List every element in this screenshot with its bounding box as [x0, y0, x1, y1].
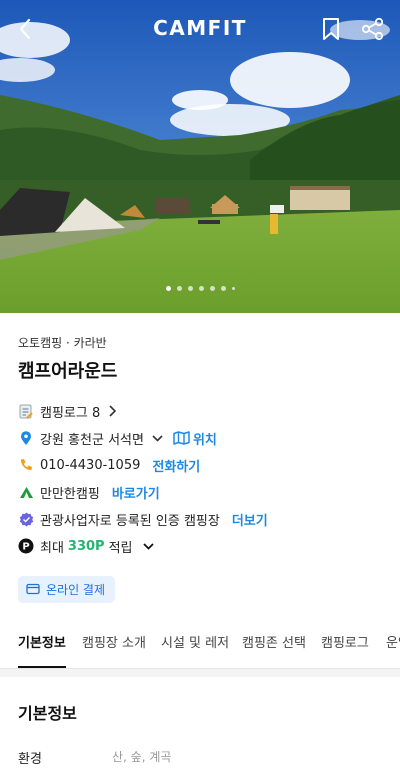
tab-operation[interactable]: 운영 — [386, 632, 400, 668]
top-bar: CAMFIT — [0, 0, 400, 58]
certified-row: 관광사업자로 등록된 인증 캠핑장 더보기 — [18, 509, 268, 529]
points-prefix: 최대 — [40, 540, 64, 556]
bookmark-icon[interactable] — [320, 16, 342, 42]
online-payment-badge: 온라인 결제 — [18, 576, 116, 603]
camp-name: 캠프어라운드 — [18, 361, 118, 382]
shortcut-link[interactable]: 바로가기 — [112, 483, 160, 502]
map-icon[interactable] — [173, 431, 190, 445]
chevron-down-icon[interactable] — [142, 542, 154, 550]
phone-icon — [18, 457, 34, 473]
verified-badge-icon — [18, 511, 34, 527]
location-row: 강원 홍천군 서석면 위치 — [18, 428, 217, 448]
environment-label: 환경 — [18, 752, 42, 767]
camp-category: 오토캠핑 · 카라반 — [18, 336, 107, 350]
phone-row: 010-4430-1059 전화하기 — [18, 455, 200, 475]
tab-zone-select[interactable]: 캠핑존 선택 — [242, 632, 306, 668]
tent-logo-icon — [18, 484, 34, 500]
carousel-dot[interactable] — [231, 287, 235, 290]
phone-number: 010-4430-1059 — [40, 457, 141, 473]
tab-basic-info[interactable]: 기본정보 — [18, 632, 66, 668]
points-amount: 330P — [67, 538, 105, 554]
carousel-dots — [0, 286, 400, 291]
address-text: 강원 홍천군 서석면 — [40, 432, 144, 448]
section-divider — [0, 669, 400, 677]
chevron-down-icon[interactable] — [152, 434, 163, 442]
carousel-dot[interactable] — [220, 286, 226, 291]
location-pin-icon — [18, 430, 34, 446]
points-suffix: 적립 — [108, 540, 133, 556]
more-link[interactable]: 더보기 — [232, 510, 268, 529]
detail-tabs: 기본정보 캠핑장 소개 시설 및 레저 캠핑존 선택 캠핑로그 운영 — [0, 626, 400, 669]
hero-carousel[interactable]: CAMFIT — [0, 0, 400, 313]
partner-row: 만만한캠핑 바로가기 — [18, 482, 160, 502]
online-payment-label: 온라인 결제 — [46, 583, 106, 597]
camping-log-row[interactable]: 캠핑로그 8 — [18, 401, 117, 421]
location-link[interactable]: 위치 — [193, 429, 217, 448]
tab-camp-intro[interactable]: 캠핑장 소개 — [82, 632, 146, 668]
certified-text: 관광사업자로 등록된 인증 캠핑장 — [40, 513, 220, 529]
share-icon[interactable] — [360, 16, 386, 42]
svg-text:P: P — [22, 542, 29, 553]
tab-facilities[interactable]: 시설 및 레저 — [161, 632, 229, 668]
carousel-dot[interactable] — [165, 286, 171, 291]
carousel-dot[interactable] — [198, 286, 204, 291]
call-link[interactable]: 전화하기 — [152, 456, 200, 475]
points-row[interactable]: P 최대 330P 적립 — [18, 536, 154, 556]
log-note-icon — [18, 403, 34, 419]
basic-info-title: 기본정보 — [18, 704, 77, 723]
points-p-icon: P — [18, 538, 34, 554]
partner-name: 만만한캠핑 — [40, 486, 100, 502]
camping-log-label: 캠핑로그 8 — [40, 405, 101, 421]
carousel-dot[interactable] — [187, 286, 193, 291]
tab-camping-log[interactable]: 캠핑로그 — [321, 632, 369, 668]
carousel-dot[interactable] — [176, 286, 182, 291]
environment-value: 산, 숲, 계곡 — [112, 750, 172, 764]
card-icon — [26, 583, 40, 597]
carousel-dot[interactable] — [209, 286, 215, 291]
chevron-right-icon — [108, 405, 117, 417]
